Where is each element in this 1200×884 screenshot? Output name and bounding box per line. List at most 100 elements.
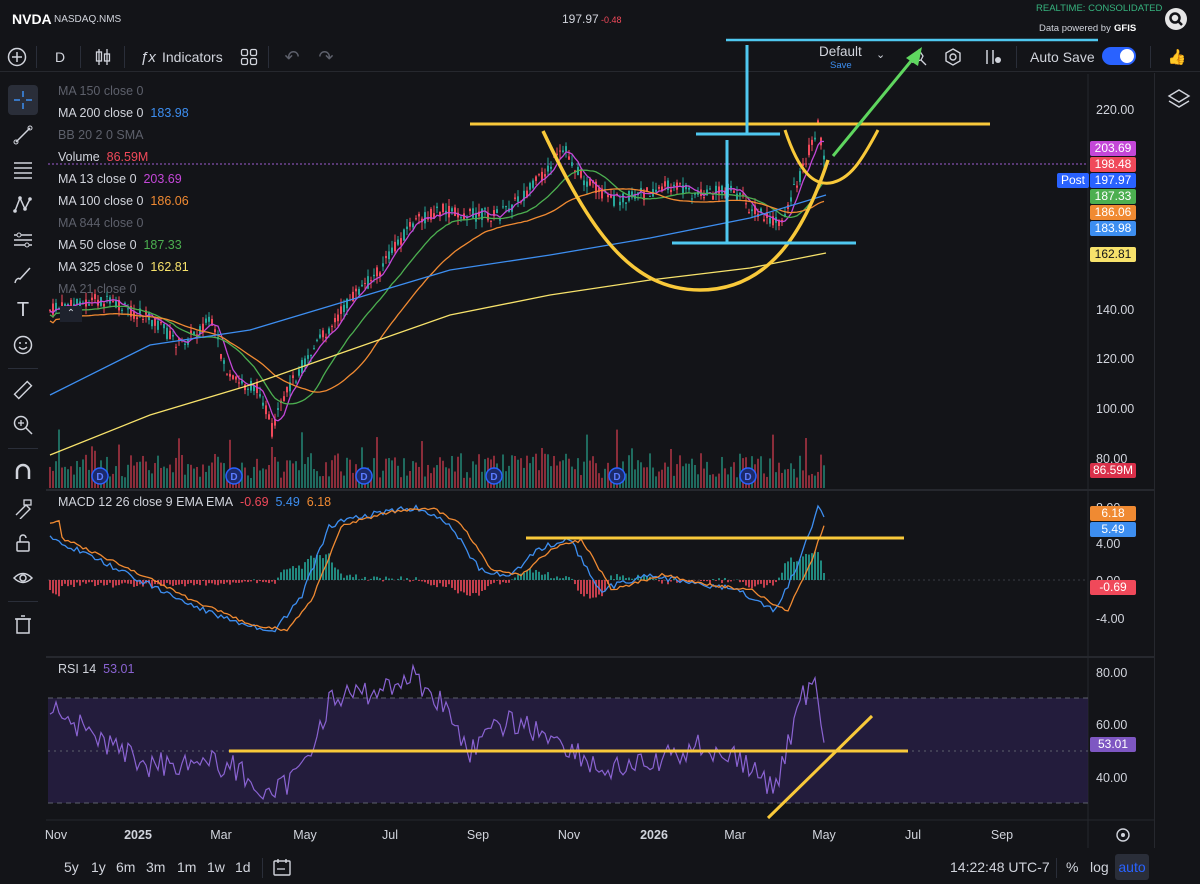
volume-bar — [544, 453, 546, 488]
legend-bb[interactable]: BB 20 2 0 SMA — [58, 128, 143, 142]
time-tick: Mar — [210, 828, 232, 842]
volume-bar — [778, 462, 780, 488]
candle-body — [331, 325, 333, 327]
candle-body — [448, 205, 450, 218]
macd-histogram-bar — [484, 580, 486, 590]
legend-ma50[interactable]: MA 50 close 0 187.33 — [58, 238, 182, 252]
macd-histogram-bar — [544, 574, 546, 580]
macd-histogram-bar — [748, 580, 750, 588]
volume-bar — [295, 461, 297, 488]
range-1w[interactable]: 1w — [207, 859, 225, 875]
volume-bar — [736, 477, 738, 488]
volume-bar — [439, 457, 441, 488]
price-chart[interactable]: DDDDDD — [0, 0, 1200, 884]
macd-histogram-bar — [565, 576, 567, 580]
candle-body — [790, 197, 792, 202]
legend-rsi[interactable]: RSI 14 53.01 — [58, 662, 134, 676]
macd-histogram-bar — [406, 578, 408, 580]
candle-body — [292, 375, 294, 379]
volume-bar — [145, 461, 147, 488]
volume-bar — [433, 467, 435, 488]
range-6m[interactable]: 6m — [116, 859, 135, 875]
volume-bar — [76, 460, 78, 488]
macd-histogram-bar — [103, 580, 105, 586]
candle-body — [91, 297, 93, 301]
volume-bar — [592, 456, 594, 488]
candle-body — [739, 192, 741, 195]
macd-histogram-bar — [586, 580, 588, 594]
candle-body — [454, 207, 456, 217]
volume-bar — [424, 476, 426, 488]
macd-histogram-bar — [751, 580, 753, 589]
legend-ma844[interactable]: MA 844 close 0 — [58, 216, 143, 230]
macd-histogram-bar — [514, 577, 516, 580]
range-3m[interactable]: 3m — [146, 859, 165, 875]
candle-body — [76, 298, 78, 304]
macd-histogram-bar — [442, 580, 444, 587]
candle-body — [805, 163, 807, 165]
volume-bar — [280, 477, 282, 488]
time-tick: Jul — [382, 828, 398, 842]
macd-histogram-bar — [475, 580, 477, 593]
macd-histogram-bar — [532, 572, 534, 580]
percent-toggle[interactable]: % — [1066, 859, 1078, 875]
legend-ma13[interactable]: MA 13 close 0 203.69 — [58, 172, 182, 186]
candle-body — [733, 190, 735, 193]
macd-histogram-bar — [724, 577, 726, 580]
macd-histogram-bar — [304, 562, 306, 580]
macd-histogram-bar — [76, 580, 78, 583]
macd-histogram-bar — [538, 571, 540, 580]
collapse-legend-icon[interactable]: ⌃ — [60, 306, 82, 322]
candle-body — [322, 330, 324, 338]
legend-ma150[interactable]: MA 150 close 0 — [58, 84, 143, 98]
macd-histogram-bar — [739, 580, 741, 583]
macd-histogram-bar — [184, 580, 186, 587]
range-1m[interactable]: 1m — [177, 859, 196, 875]
volume-bar — [196, 466, 198, 488]
macd-histogram-bar — [349, 574, 351, 580]
candle-body — [688, 187, 690, 190]
volume-bar — [517, 459, 519, 488]
range-5y[interactable]: 5y — [64, 859, 79, 875]
macd-histogram-bar — [448, 580, 450, 585]
volume-bar — [412, 461, 414, 488]
candle-body — [154, 318, 156, 326]
candle-body — [763, 219, 765, 222]
volume-bar — [580, 475, 582, 488]
volume-bar — [139, 461, 141, 488]
legend-ma200[interactable]: MA 200 close 0 183.98 — [58, 106, 189, 120]
candle-body — [250, 380, 252, 391]
volume-bar — [715, 476, 717, 488]
range-1d[interactable]: 1d — [235, 859, 251, 875]
legend-ma21[interactable]: MA 21 close 0 — [58, 282, 137, 296]
clock-time[interactable]: 14:22:48 UTC-7 — [950, 859, 1050, 875]
candle-body — [286, 386, 288, 393]
legend-volume[interactable]: Volume 86.59M — [58, 150, 148, 164]
axis-settings-icon[interactable] — [1116, 828, 1130, 842]
legend-ma325[interactable]: MA 325 close 0 162.81 — [58, 260, 189, 274]
auto-toggle[interactable]: auto — [1115, 854, 1149, 880]
log-toggle[interactable]: log — [1090, 859, 1109, 875]
volume-bar — [58, 429, 60, 488]
handle-curve[interactable] — [783, 129, 880, 185]
legend-ma100[interactable]: MA 100 close 0 186.06 — [58, 194, 189, 208]
macd-histogram-bar — [295, 568, 297, 580]
candle-body — [232, 375, 234, 379]
candle-body — [391, 247, 393, 253]
volume-bar — [136, 462, 138, 488]
volume-bar — [286, 460, 288, 488]
volume-bar — [115, 466, 117, 488]
macd-histogram-bar — [253, 579, 255, 580]
volume-bar — [577, 458, 579, 488]
macd-histogram-bar — [463, 580, 465, 593]
range-1y[interactable]: 1y — [91, 859, 106, 875]
legend-macd[interactable]: MACD 12 26 close 9 EMA EMA -0.69 5.49 6.… — [58, 495, 331, 509]
calendar-icon[interactable] — [272, 857, 294, 879]
macd-histogram-bar — [727, 580, 729, 583]
macd-histogram-bar — [574, 580, 576, 585]
macd-histogram-bar — [694, 580, 696, 581]
volume-bar — [130, 455, 132, 488]
breakout-arrow[interactable] — [831, 54, 918, 157]
bottom-bar: 5y 1y 6m 3m 1m 1w 1d 14:22:48 UTC-7 % lo… — [0, 850, 1200, 884]
macd-histogram-bar — [517, 574, 519, 580]
